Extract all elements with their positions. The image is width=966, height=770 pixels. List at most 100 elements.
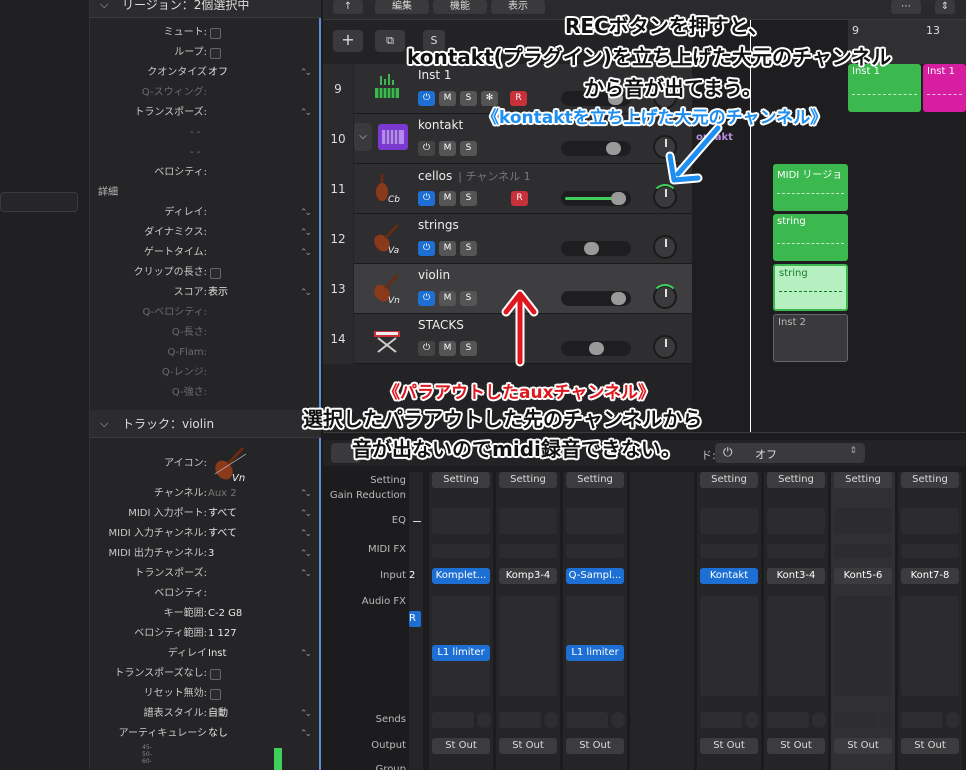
send-slot[interactable] <box>767 712 809 728</box>
power-button[interactable]: ⏻ <box>418 191 435 206</box>
checkbox[interactable] <box>210 689 221 700</box>
checkbox[interactable] <box>210 28 221 39</box>
setting-button[interactable]: Setting <box>499 472 557 488</box>
plugin-icon[interactable] <box>376 122 410 156</box>
track-name[interactable]: violin <box>418 268 450 282</box>
solo-button[interactable]: S <box>460 291 477 306</box>
mute-button[interactable]: M <box>439 241 456 256</box>
input-button[interactable]: Kont3-4 <box>767 568 825 584</box>
solo-button[interactable]: S <box>460 141 477 156</box>
track-inspector-header[interactable]: ⌵ トラック：violin <box>90 410 321 438</box>
inspector-row[interactable]: MIDI 入力チャンネル: すべて ⌃⌄ <box>90 524 321 544</box>
power-button[interactable]: ⏻ <box>418 141 435 156</box>
mute-button[interactable]: M <box>439 191 456 206</box>
setting-button[interactable]: Setting <box>834 472 892 488</box>
mute-button[interactable]: M <box>439 291 456 306</box>
chevron-updown-icon[interactable]: ⌃⌄ <box>300 243 312 263</box>
track-name[interactable]: cellos | チャンネル 1 <box>418 168 531 184</box>
eq-display[interactable] <box>767 508 825 534</box>
mute-button[interactable]: M <box>439 341 456 356</box>
region-string-2[interactable]: string <box>773 264 848 311</box>
eq-display[interactable] <box>432 508 490 534</box>
output-button[interactable]: St Out <box>700 738 758 754</box>
send-slot[interactable] <box>700 712 742 728</box>
pan-knob[interactable] <box>653 335 677 359</box>
send-knob[interactable] <box>745 712 759 728</box>
send-slot[interactable] <box>566 712 608 728</box>
region-midi[interactable]: MIDI リージョ <box>773 164 848 211</box>
inspector-row[interactable]: トランスポーズなし: <box>90 664 321 684</box>
inspector-row[interactable]: リセット無効: <box>90 684 321 704</box>
checkbox[interactable] <box>210 268 221 279</box>
add-track-button[interactable]: + <box>333 30 363 52</box>
chevron-updown-icon[interactable]: ⌃⌄ <box>300 504 312 524</box>
audio-fx-slot[interactable] <box>700 596 758 696</box>
output-button[interactable]: St Out <box>566 738 624 754</box>
chevron-updown-icon[interactable]: ⌃⌄ <box>300 484 312 504</box>
checkbox[interactable] <box>210 669 221 680</box>
mute-button[interactable]: M <box>439 91 456 106</box>
send-slot[interactable] <box>499 712 541 728</box>
audio-fx-slot[interactable] <box>499 596 557 696</box>
track-name[interactable]: Inst 1 <box>418 68 452 82</box>
chevron-updown-icon[interactable]: ⌃⌄ <box>300 704 312 724</box>
chevron-updown-icon[interactable]: ⌃⌄ <box>300 223 312 243</box>
back-button[interactable]: ↑ <box>333 0 363 14</box>
slider-knob[interactable] <box>610 192 626 205</box>
power-button[interactable]: ⏻ <box>418 241 435 256</box>
midi-fx-slot[interactable] <box>767 544 825 558</box>
setting-button[interactable]: Setting <box>566 472 624 488</box>
inspector-row[interactable]: クリップの長さ: <box>90 263 321 283</box>
input-button[interactable]: Kont5-6 <box>834 568 892 584</box>
chevron-updown-icon[interactable]: ⌃⌄ <box>300 544 312 564</box>
setting-button[interactable]: Setting <box>901 472 959 488</box>
volume-slider[interactable] <box>561 291 631 306</box>
input-button[interactable]: 2 <box>409 568 421 584</box>
midi-fx-slot[interactable] <box>432 544 490 558</box>
track-header-body[interactable]: Va strings ⏻ M S <box>354 214 692 263</box>
send-slot[interactable] <box>901 712 943 728</box>
inspector-row[interactable]: スコア: 表示 ⌃⌄ <box>90 283 321 303</box>
duplicate-track-button[interactable]: ⧉ <box>375 30 405 52</box>
region-inspector-header[interactable]: ⌵ リージョン：2個選択中 <box>90 0 321 18</box>
region-string-1[interactable]: string <box>773 214 848 261</box>
input-button[interactable]: Komp3-4 <box>499 568 557 584</box>
inspector-row[interactable]: MIDI 入力ポート: すべて ⌃⌄ <box>90 504 321 524</box>
plugin-slot[interactable]: L1 limiter <box>432 645 490 661</box>
track-name[interactable]: strings <box>418 218 459 232</box>
disclosure-button[interactable]: ⌵ <box>354 123 372 151</box>
send-knob[interactable] <box>544 712 558 728</box>
volume-slider[interactable] <box>561 241 631 256</box>
audio-fx-slot[interactable] <box>767 596 825 696</box>
plugin-slot[interactable]: L1 limiter <box>566 645 624 661</box>
section-label[interactable]: 詳細 <box>98 183 118 203</box>
volume-slider[interactable] <box>561 141 631 156</box>
eq-display[interactable] <box>834 508 892 534</box>
output-button[interactable]: St Out <box>767 738 825 754</box>
vertical-zoom-button[interactable]: ⇕ <box>935 0 955 14</box>
track-cellos[interactable]: 11 Cb cellos | チャンネル 1 ⏻ M S R <box>323 164 692 214</box>
keyboard-stand-icon[interactable] <box>370 322 404 356</box>
audio-fx-slot[interactable] <box>834 596 892 696</box>
solo-button[interactable]: S <box>460 241 477 256</box>
slider-knob[interactable] <box>589 342 604 355</box>
eq-display[interactable] <box>700 508 758 534</box>
slider-knob[interactable] <box>584 242 600 255</box>
power-button[interactable]: ⏻ <box>418 341 435 356</box>
track-strings[interactable]: 12 Va strings ⏻ M S <box>323 214 692 264</box>
solo-button[interactable]: S <box>460 341 477 356</box>
inspector-row[interactable]: ディレイ Inst ⌃⌄ <box>90 644 321 664</box>
midi-fx-slot[interactable] <box>700 544 758 558</box>
track-name[interactable]: kontakt <box>418 118 463 132</box>
checkbox[interactable] <box>210 48 221 59</box>
inspector-row[interactable]: トランスポーズ: ⌃⌄ <box>90 103 321 123</box>
eq-display[interactable] <box>499 508 557 534</box>
inspector-row[interactable]: チャンネル: Aux 2 ⌃⌄ <box>90 484 321 504</box>
output-button[interactable]: St Out <box>499 738 557 754</box>
output-button[interactable]: St Out <box>901 738 959 754</box>
chevron-updown-icon[interactable]: ⌃⌄ <box>300 644 312 664</box>
inspector-row[interactable]: ループ: <box>90 43 321 63</box>
send-knob[interactable] <box>812 712 826 728</box>
midi-fx-slot[interactable] <box>499 544 557 558</box>
violin-icon[interactable]: Vn <box>370 272 404 306</box>
